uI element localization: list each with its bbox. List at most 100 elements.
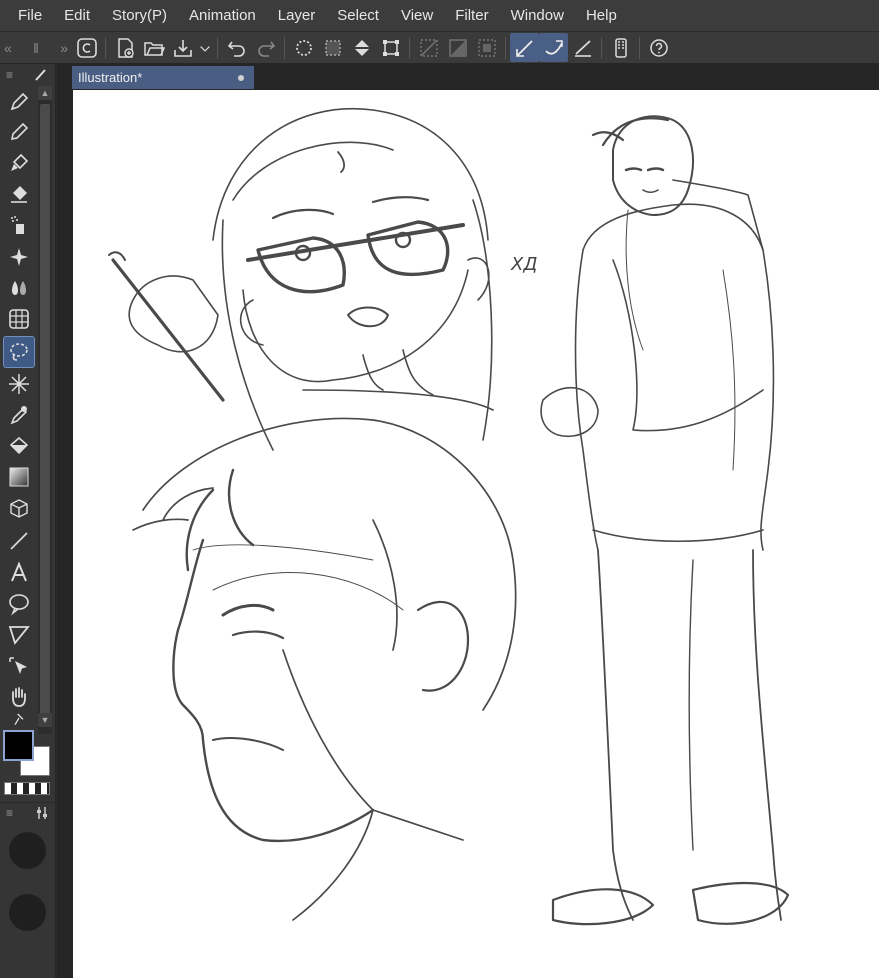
new-file-button[interactable] [110, 33, 139, 62]
draw-button[interactable] [568, 33, 597, 62]
fill-button[interactable] [347, 33, 376, 62]
tool-eraser[interactable] [4, 179, 34, 209]
snap-special-button[interactable] [472, 33, 501, 62]
adjust-sliders-icon[interactable] [34, 805, 50, 821]
document-tab[interactable]: Illustration* [72, 66, 254, 89]
tool-blend[interactable] [4, 273, 34, 303]
save-icon [173, 39, 192, 57]
tool-scrollbar-thumb[interactable] [40, 104, 50, 724]
menu-filter[interactable]: Filter [444, 0, 499, 32]
airbrush-icon [11, 216, 24, 234]
tool-line[interactable] [4, 526, 34, 556]
document-tab-title: Illustration* [78, 70, 143, 85]
balloon-icon [9, 594, 29, 616]
menu-view[interactable]: View [390, 0, 444, 32]
scroll-up-icon[interactable]: ▲ [38, 86, 52, 100]
tool-airbrush[interactable] [4, 210, 34, 240]
menu-edit[interactable]: Edit [53, 0, 101, 32]
menu-window[interactable]: Window [500, 0, 575, 32]
menu-story[interactable]: Story(P) [101, 0, 178, 32]
command-bar-grip[interactable]: « ‖ » [0, 32, 72, 64]
clear-selection-button[interactable] [289, 33, 318, 62]
tool-pen[interactable] [4, 86, 34, 116]
tool-text[interactable] [4, 558, 34, 588]
menu-animation[interactable]: Animation [178, 0, 267, 32]
select-all-button[interactable] [318, 33, 347, 62]
transparent-color-swatch[interactable] [4, 782, 50, 795]
brush-size-preset[interactable] [9, 832, 46, 869]
help-button[interactable] [644, 33, 673, 62]
collapse-left-icon[interactable]: « [4, 40, 12, 56]
separator [505, 36, 506, 59]
menu-select[interactable]: Select [326, 0, 390, 32]
main-color-swatch[interactable] [3, 730, 34, 761]
dropdown-arrow-icon [200, 45, 210, 52]
fill-icon [353, 39, 370, 56]
palette-menu-icon[interactable]: ≡ [6, 68, 13, 82]
canvas[interactable]: ХД [73, 90, 879, 978]
tool-palette: ≡ ▲ ▼ ≡ [0, 64, 56, 978]
fill-bucket-icon [9, 436, 29, 455]
tool-balloon[interactable] [4, 589, 34, 619]
clip-studio-icon [76, 37, 97, 58]
tool-lasso-selection[interactable] [3, 336, 35, 368]
undo-button[interactable] [222, 33, 251, 62]
tool-pin[interactable] [4, 709, 34, 727]
tool-brush[interactable] [4, 148, 34, 178]
unsaved-dot-icon[interactable] [238, 74, 244, 81]
pencil-icon [10, 122, 29, 141]
tool-object-select[interactable] [4, 652, 34, 682]
separator [284, 36, 285, 59]
scroll-down-icon[interactable]: ▼ [38, 713, 52, 727]
command-bar: « ‖ » [0, 32, 879, 64]
menu-bar: File Edit Story(P) Animation Layer Selec… [0, 0, 879, 32]
auto-select-icon [9, 374, 29, 394]
expand-right-icon[interactable]: » [60, 40, 68, 56]
clear-selection-icon [295, 39, 312, 56]
snap-special-icon [477, 38, 496, 57]
grip-icon[interactable]: ‖ [33, 40, 39, 56]
open-button[interactable] [139, 33, 168, 62]
eyedropper-icon [10, 406, 28, 425]
brush-header-icon [35, 69, 46, 81]
tool-gradient[interactable] [4, 462, 34, 492]
tool-frame-border[interactable] [4, 620, 34, 650]
separator [217, 36, 218, 59]
object-select-icon [9, 657, 27, 674]
redo-icon [257, 41, 275, 57]
tool-pencil[interactable] [4, 116, 34, 146]
save-button[interactable] [168, 33, 197, 62]
sub-palette-header: ≡ [0, 802, 56, 822]
lasso-selection-icon [10, 343, 28, 361]
tool-fill-bucket[interactable] [4, 431, 34, 461]
snap-ruler-button[interactable] [414, 33, 443, 62]
tablet-icon [614, 37, 627, 58]
stabilize-button[interactable] [510, 33, 539, 62]
tool-hand[interactable] [4, 682, 34, 712]
brush-size-preset[interactable] [9, 894, 46, 931]
pen-icon [10, 92, 29, 111]
transform-button[interactable] [376, 33, 405, 62]
menu-help[interactable]: Help [575, 0, 628, 32]
clip-studio-button[interactable] [72, 33, 101, 62]
save-dropdown[interactable] [197, 33, 213, 62]
draw-icon [574, 39, 591, 57]
redo-button[interactable] [251, 33, 280, 62]
menu-file[interactable]: File [0, 0, 53, 32]
tablet-button[interactable] [606, 33, 635, 62]
menu-layer[interactable]: Layer [267, 0, 327, 32]
tool-auto-select[interactable] [4, 369, 34, 399]
tool-mesh[interactable] [4, 304, 34, 334]
vector-magnet-button[interactable] [539, 33, 568, 62]
tool-decoration[interactable] [4, 242, 34, 272]
tool-3d-object[interactable] [4, 494, 34, 524]
snap-grid-button[interactable] [443, 33, 472, 62]
transform-icon [382, 39, 399, 56]
new-file-icon [117, 37, 134, 58]
tool-eyedropper[interactable] [4, 400, 34, 430]
blend-icon [12, 281, 26, 295]
palette-menu-icon[interactable]: ≡ [6, 806, 13, 820]
mesh-icon [9, 309, 29, 329]
help-icon [649, 38, 668, 57]
snap-grid-icon [448, 38, 467, 57]
